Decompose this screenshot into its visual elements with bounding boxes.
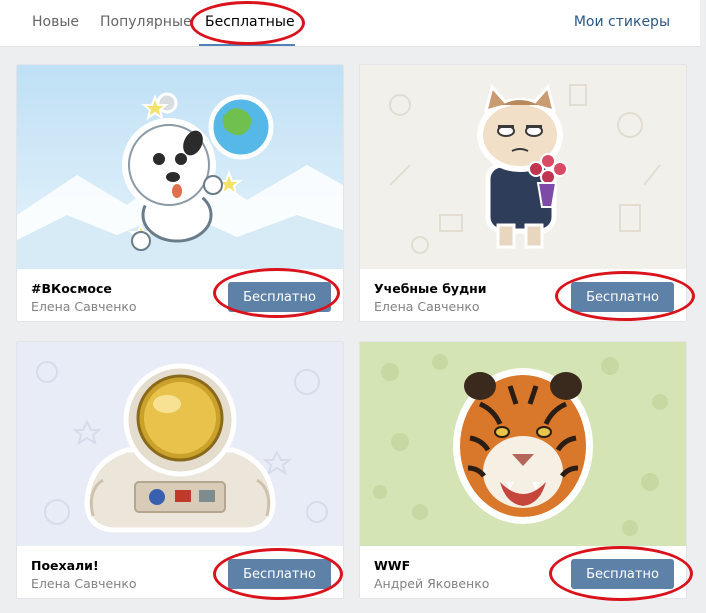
pack-title[interactable]: #ВКосмосе xyxy=(31,281,112,296)
school-cat-sticker-art xyxy=(360,65,686,269)
space-dog-sticker-art xyxy=(17,65,343,269)
sticker-pack-card[interactable]: Учебные будни Елена Савченко Бесплатно xyxy=(359,64,687,322)
sticker-pack-card[interactable]: #ВКосмосе Елена Савченко Бесплатно xyxy=(16,64,344,322)
pack-author: Елена Савченко xyxy=(31,576,137,591)
tab-new[interactable]: Новые xyxy=(32,14,79,30)
my-stickers-link[interactable]: Мои стикеры xyxy=(574,14,670,30)
sticker-pack-card[interactable]: WWF Андрей Яковенко Бесплатно xyxy=(359,341,687,599)
pack-author: Андрей Яковенко xyxy=(374,576,490,591)
pack-title[interactable]: WWF xyxy=(374,558,410,573)
astronaut-sticker-art xyxy=(17,342,343,546)
get-free-button[interactable]: Бесплатно xyxy=(228,559,331,589)
tab-free[interactable]: Бесплатные xyxy=(205,14,295,30)
get-free-button[interactable]: Бесплатно xyxy=(571,559,674,589)
pack-title[interactable]: Поехали! xyxy=(31,558,99,573)
active-tab-indicator xyxy=(199,44,295,46)
pack-author: Елена Савченко xyxy=(374,299,480,314)
pack-author: Елена Савченко xyxy=(31,299,137,314)
tiger-sticker-art xyxy=(360,342,686,546)
get-free-button[interactable]: Бесплатно xyxy=(571,282,674,312)
tab-popular[interactable]: Популярные xyxy=(100,14,192,30)
get-free-button[interactable]: Бесплатно xyxy=(228,282,331,312)
sticker-pack-card[interactable]: Поехали! Елена Савченко Бесплатно xyxy=(16,341,344,599)
pack-title[interactable]: Учебные будни xyxy=(374,281,487,296)
sticker-tabs: Новые Популярные Бесплатные Мои стикеры xyxy=(0,0,700,47)
